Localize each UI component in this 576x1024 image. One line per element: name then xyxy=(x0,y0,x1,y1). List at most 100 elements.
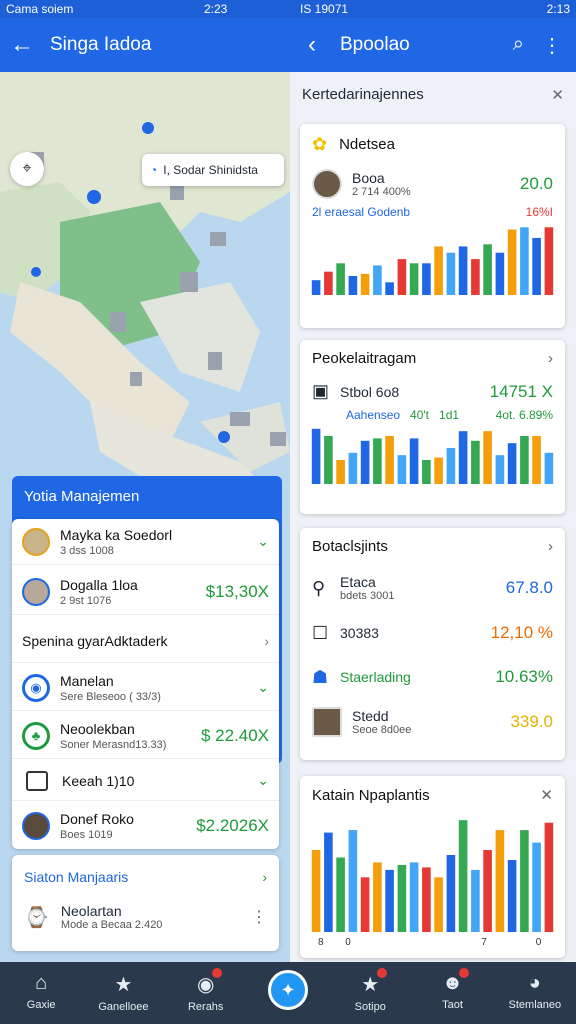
nav-saved[interactable]: ★ Sotipo xyxy=(329,962,411,1024)
chart-bar xyxy=(422,867,431,932)
station-item-title: Neolartan xyxy=(60,903,122,919)
chevron-right-icon[interactable]: › xyxy=(548,538,553,555)
status-right-time: 2:13 xyxy=(546,2,570,16)
card-statistics[interactable]: Botaclsjints › ⚲ Etaca bdets 3001 67.8.0… xyxy=(300,528,565,760)
list-item[interactable]: ♣ Neoolekban Soner Merasnd13.33) $ 22.40… xyxy=(12,713,279,759)
item-subtitle: 2 9st 1076 xyxy=(60,594,112,607)
back-arrow-icon[interactable]: ← xyxy=(0,31,44,59)
stat-row[interactable]: ⚲ Etaca bdets 3001 67.8.0 xyxy=(300,565,565,611)
more-vert-icon[interactable]: ⋮ xyxy=(251,907,267,927)
station-item-subtitle: Mode a Becaa 2.420 xyxy=(60,919,163,931)
right-app-title: Bpoolao xyxy=(340,34,410,55)
chart-bar xyxy=(385,282,394,295)
search-icon[interactable]: ⌕ xyxy=(513,33,524,58)
list-item[interactable]: ◉ Manelan Sere Bleseoo ( 33/3) ⌄ xyxy=(12,665,279,711)
center-action-button[interactable]: ✦ xyxy=(268,970,308,1010)
chart-bar xyxy=(544,822,554,932)
chart-bar xyxy=(397,259,407,295)
chart-bar xyxy=(311,280,321,295)
card-line-label: Booa xyxy=(352,170,385,186)
chart-bar xyxy=(397,455,407,484)
section-row[interactable]: Spenina gyarAdktaderk › xyxy=(12,619,279,663)
my-location-icon[interactable]: ⌖ xyxy=(10,152,44,186)
card-plants: Katain Npaplantis ✕ 8 0 7 0 xyxy=(300,776,565,958)
nav-team[interactable]: ☻ Taot xyxy=(411,962,493,1024)
section-label: Spenina gyarAdktaderk xyxy=(22,632,168,649)
sun-icon: ✿ xyxy=(312,134,328,154)
nav-home[interactable]: ⌂ Gaxie xyxy=(0,962,82,1024)
nav-reports[interactable]: ◉ Rerahs xyxy=(165,962,247,1024)
avatar xyxy=(312,707,342,737)
x-tick-label: 7 xyxy=(481,937,487,948)
chart-bar xyxy=(446,252,456,295)
station-card[interactable]: Siaton Manjaaris › ⌚ Neolartan Mode a Be… xyxy=(12,855,279,951)
list-item[interactable]: Keeah 1)10 ⌄ xyxy=(12,761,279,801)
item-title: Keeah 1)10 xyxy=(62,772,135,789)
people-icon: ☗ xyxy=(312,666,329,687)
chevron-down-icon[interactable]: ⌄ xyxy=(257,533,269,550)
bar-chart-2 xyxy=(311,428,554,484)
chart-caption-mid: 40't xyxy=(410,408,430,422)
avatar xyxy=(22,577,50,606)
chart-bar xyxy=(544,452,554,484)
stat-label: Etaca xyxy=(340,574,376,590)
chart-bar xyxy=(458,820,468,932)
left-app-bar: ← Singa Iadoa xyxy=(0,18,290,72)
close-icon[interactable]: ✕ xyxy=(551,86,564,104)
panel-title: Kertedarinajennes xyxy=(302,86,424,103)
chart-caption-mid: 1d1 xyxy=(439,408,460,422)
chart-caption-right: 16%I xyxy=(525,205,553,219)
x-tick-label: 8 xyxy=(318,937,324,948)
nav-label: Taot xyxy=(442,999,463,1011)
more-vert-icon[interactable]: ⋮ xyxy=(542,33,562,58)
target-icon: ◉ xyxy=(22,673,50,702)
stat-value: 67.8.0 xyxy=(505,578,553,597)
chart-bar xyxy=(360,273,370,295)
right-panel: Kertedarinajennes ✕ ✿ Ndetsea Booa 2 714… xyxy=(290,72,576,962)
chevron-down-icon[interactable]: ⌄ xyxy=(257,772,269,789)
chevron-down-icon[interactable]: ⌄ xyxy=(257,679,269,696)
list-item[interactable]: Mayka ka Soedorl 3 dss 1008 ⌄ xyxy=(12,519,279,565)
stat-row[interactable]: ☗ Staerlading 10.63% xyxy=(300,655,565,699)
list-item[interactable]: Donef Roko Boes 1019 $2.2026X xyxy=(12,803,279,849)
chart-bar xyxy=(360,440,370,484)
bar-chart-1 xyxy=(311,227,554,295)
card-overview: ✿ Ndetsea Booa 2 714 400% 20.0 2l eraesa… xyxy=(300,124,565,328)
list-item[interactable]: Dogalla 1loa 2 9st 1076 $13,30X xyxy=(12,569,279,615)
chart-bar xyxy=(324,832,333,932)
chart-bar xyxy=(483,850,492,932)
chart-bar xyxy=(336,263,345,295)
chart-bar xyxy=(446,855,456,932)
chart-caption-right: 4ot. 6.89% xyxy=(495,408,553,422)
chevron-right-icon[interactable]: › xyxy=(548,350,553,367)
chart-bar xyxy=(373,862,382,932)
item-title: Manelan xyxy=(60,672,114,689)
chart-bar xyxy=(507,229,517,295)
star-icon: ★ xyxy=(361,974,380,996)
chart-bar xyxy=(409,438,419,484)
chart-bar xyxy=(520,227,529,295)
chevron-right-icon[interactable]: › xyxy=(262,869,267,885)
chart-bar xyxy=(360,877,370,932)
status-left-text: Cama soiem xyxy=(6,2,74,16)
stat-row[interactable]: ☐ 30383 12,10 % xyxy=(300,611,565,655)
right-app-bar: ‹ Bpoolao ⌕ ⋮ xyxy=(290,18,576,72)
chart-bar xyxy=(483,244,492,295)
close-icon[interactable]: ✕ xyxy=(540,786,553,804)
nav-profile[interactable]: ◕ Stemlaneo xyxy=(494,962,576,1024)
chevron-right-icon[interactable]: › xyxy=(264,633,269,649)
management-list: Mayka ka Soedorl 3 dss 1008 ⌄ Dogalla 1l… xyxy=(12,519,279,849)
avatar xyxy=(22,812,50,840)
card-programs[interactable]: Peokelaitragam › ▣ Stbol 6o8 14751 X Aah… xyxy=(300,340,565,514)
stat-row[interactable]: Stedd Seoe 8d0ee 339.0 xyxy=(300,699,565,745)
avatar xyxy=(22,527,50,556)
nav-label: Gaxie xyxy=(26,999,56,1011)
item-value: $ 22.40X xyxy=(200,725,269,745)
card-title: Peokelaitragam xyxy=(312,350,417,367)
plant-icon: ♣ xyxy=(22,721,50,750)
nav-favorites[interactable]: ★ Ganelloee xyxy=(82,962,164,1024)
chart-bar xyxy=(434,457,443,484)
back-chevron-icon[interactable]: ‹ xyxy=(290,31,334,59)
chart-bar xyxy=(422,263,431,295)
map-search-box[interactable]: ◔ I, Sodar Shinidsta xyxy=(142,154,284,186)
